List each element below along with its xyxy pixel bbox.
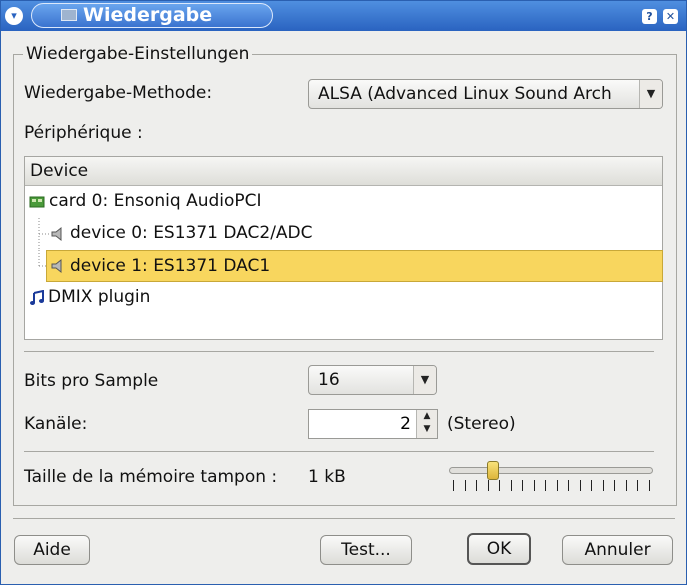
bits-value: 16	[318, 370, 340, 390]
device-label: Périphérique :	[24, 123, 143, 143]
help-icon[interactable]: ?	[642, 9, 657, 24]
tree-branch-line	[38, 218, 49, 250]
list-item-label: device 1: ES1371 DAC1	[70, 256, 271, 276]
column-header-label: Device	[30, 161, 89, 181]
divider	[13, 518, 675, 519]
title-bar[interactable]: ▾ Wiedergabe ? ✕	[1, 1, 686, 31]
speaker-icon	[51, 258, 62, 274]
spin-buttons[interactable]: ▲ ▼	[416, 410, 437, 438]
playback-dialog: ▾ Wiedergabe ? ✕ Wiedergabe-Einstellunge…	[0, 0, 687, 585]
slider-tick	[626, 480, 627, 491]
divider	[24, 351, 654, 352]
chevron-down-icon[interactable]: ▼	[413, 366, 436, 394]
ok-button[interactable]: OK	[467, 533, 531, 565]
bits-select[interactable]: 16 ▼	[308, 365, 437, 395]
help-button[interactable]: Aide	[14, 535, 90, 565]
test-button[interactable]: Test...	[320, 535, 412, 565]
buffer-label: Taille de la mémoire tampon :	[24, 467, 278, 487]
device-list[interactable]: Device card 0: Ensoniq AudioPCI device 0…	[24, 156, 663, 340]
slider-tick	[591, 480, 592, 491]
speaker-icon	[51, 226, 62, 242]
channels-label: Kanäle:	[24, 414, 88, 434]
channels-value: 2	[400, 414, 411, 434]
spin-up-icon[interactable]: ▲	[417, 410, 437, 423]
slider-tick	[568, 480, 569, 491]
app-icon	[61, 9, 77, 21]
list-item-card0[interactable]: card 0: Ensoniq AudioPCI	[25, 186, 662, 218]
slider-tick	[637, 480, 638, 491]
list-item-label: card 0: Ensoniq AudioPCI	[49, 191, 262, 211]
bits-label: Bits pro Sample	[24, 371, 159, 391]
sound-card-icon	[29, 196, 45, 208]
music-note-icon	[30, 290, 44, 305]
buffer-value: 1 kB	[308, 467, 346, 487]
slider-tick	[488, 480, 489, 491]
slider-tick	[603, 480, 604, 491]
slider-tick	[580, 480, 581, 491]
channels-mode: (Stereo)	[447, 414, 516, 434]
slider-tick	[649, 480, 650, 491]
method-value: ALSA (Advanced Linux Sound Arch	[318, 84, 612, 104]
list-item-device1[interactable]: device 1: ES1371 DAC1	[46, 250, 663, 282]
window-title: Wiedergabe	[83, 4, 213, 26]
slider-tick	[453, 480, 454, 491]
slider-tick	[465, 480, 466, 491]
list-item-device0[interactable]: device 0: ES1371 DAC2/ADC	[25, 218, 662, 250]
group-title: Wiedergabe-Einstellungen	[23, 44, 253, 64]
slider-tick	[522, 480, 523, 491]
divider	[24, 451, 654, 452]
list-item-label: device 0: ES1371 DAC2/ADC	[70, 223, 313, 243]
list-item-label: DMIX plugin	[48, 287, 151, 307]
tree-branch-line	[38, 250, 47, 267]
slider-tick	[545, 480, 546, 491]
window-menu-button[interactable]: ▾	[5, 7, 23, 25]
chevron-down-icon[interactable]: ▼	[639, 80, 662, 108]
method-label: Wiedergabe-Methode:	[24, 83, 213, 103]
cancel-button[interactable]: Annuler	[562, 535, 673, 565]
channels-spinbox[interactable]: 2 ▲ ▼	[308, 409, 438, 439]
column-header-device[interactable]: Device	[25, 157, 662, 186]
slider-tick	[614, 480, 615, 491]
slider-tick	[534, 480, 535, 491]
close-icon[interactable]: ✕	[663, 9, 678, 24]
slider-tick	[511, 480, 512, 491]
slider-tick	[476, 480, 477, 491]
method-select[interactable]: ALSA (Advanced Linux Sound Arch ▼	[308, 79, 663, 109]
list-item-dmix[interactable]: DMIX plugin	[25, 282, 662, 314]
slider-handle[interactable]	[487, 461, 499, 480]
spin-down-icon[interactable]: ▼	[417, 423, 437, 436]
slider-tick	[499, 480, 500, 491]
buffer-slider[interactable]	[449, 461, 654, 497]
slider-tick	[557, 480, 558, 491]
slider-groove[interactable]	[449, 467, 653, 474]
